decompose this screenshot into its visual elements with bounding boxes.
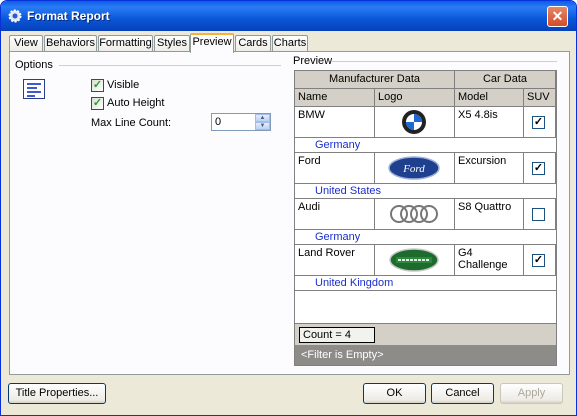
cell-model[interactable]: Excursion	[455, 153, 524, 184]
checkmark-icon: ✓	[533, 254, 544, 266]
band-header-manufacturer: Manufacturer Data	[295, 71, 455, 89]
spin-down-icon[interactable]: ▼	[255, 122, 270, 130]
suv-checkbox[interactable]: ✓	[532, 254, 545, 267]
country-row[interactable]: United States	[295, 184, 556, 199]
options-group-label: Options	[15, 59, 53, 71]
checkmark-icon: ✓	[92, 97, 103, 109]
cell-name[interactable]: Land Rover	[295, 245, 375, 276]
ok-button[interactable]: OK	[363, 383, 426, 404]
checkmark-icon: ✓	[92, 79, 103, 91]
country-row[interactable]: United Kingdom	[295, 276, 556, 291]
tab-charts[interactable]: Charts	[272, 35, 308, 52]
cell-name[interactable]: Ford	[295, 153, 375, 184]
filter-panel[interactable]: <Filter is Empty>	[295, 345, 556, 365]
max-line-count-spinner[interactable]: 0 ▲ ▼	[211, 113, 271, 131]
apply-button[interactable]: Apply	[500, 383, 563, 404]
options-divider	[59, 65, 281, 66]
cell-name[interactable]: BMW	[295, 107, 375, 138]
summary-footer: Count = 4	[295, 323, 556, 345]
checkmark-icon: ✓	[533, 116, 544, 128]
bmw-logo-icon	[402, 110, 426, 134]
audi-logo-icon	[390, 205, 438, 223]
suv-checkbox[interactable]	[532, 208, 545, 221]
checkmark-icon: ✓	[533, 162, 544, 174]
report-options-icon	[23, 79, 45, 99]
cell-logo[interactable]: Ford	[375, 153, 455, 184]
tab-cards[interactable]: Cards	[235, 35, 271, 52]
column-header-model[interactable]: Model	[455, 89, 524, 107]
format-report-window: Format Report ✕ View Behaviors Formattin…	[0, 0, 577, 416]
tab-view[interactable]: View	[9, 35, 43, 52]
spin-up-icon[interactable]: ▲	[255, 114, 270, 122]
ford-logo-icon: Ford	[388, 156, 440, 180]
cell-name[interactable]: Audi	[295, 199, 375, 230]
suv-checkbox[interactable]: ✓	[532, 116, 545, 129]
cell-suv[interactable]: ✓	[524, 107, 556, 138]
cell-logo[interactable]	[375, 107, 455, 138]
land-rover-logo-icon	[389, 248, 439, 272]
cell-logo[interactable]	[375, 245, 455, 276]
window-title: Format Report	[27, 9, 110, 23]
cell-suv[interactable]	[524, 199, 556, 230]
settings-gear-icon	[8, 9, 22, 23]
column-header-name[interactable]: Name	[295, 89, 375, 107]
count-summary: Count = 4	[299, 327, 375, 343]
cell-model[interactable]: G4 Challenge	[455, 245, 524, 276]
column-header-logo[interactable]: Logo	[375, 89, 455, 107]
cancel-button[interactable]: Cancel	[431, 383, 494, 404]
band-header-car: Car Data	[455, 71, 556, 89]
tab-formatting[interactable]: Formatting	[98, 35, 153, 52]
column-header-suv[interactable]: SUV	[524, 89, 556, 107]
tab-styles[interactable]: Styles	[154, 35, 190, 52]
max-line-count-label: Max Line Count:	[91, 117, 172, 129]
cell-suv[interactable]: ✓	[524, 153, 556, 184]
svg-text:Ford: Ford	[402, 163, 425, 175]
tab-behaviors[interactable]: Behaviors	[44, 35, 97, 52]
title-properties-button[interactable]: Title Properties...	[8, 383, 106, 404]
max-line-count-value[interactable]: 0	[215, 116, 221, 128]
preview-group-label: Preview	[293, 55, 333, 67]
cell-model[interactable]: X5 4.8is	[455, 107, 524, 138]
tab-preview[interactable]: Preview	[190, 33, 234, 53]
country-row[interactable]: Germany	[295, 138, 556, 153]
cell-model[interactable]: S8 Quattro	[455, 199, 524, 230]
country-row[interactable]: Germany	[295, 230, 556, 245]
preview-grid[interactable]: Manufacturer Data Car Data Name Logo Mod…	[294, 70, 557, 366]
cell-suv[interactable]: ✓	[524, 245, 556, 276]
close-icon: ✕	[551, 8, 564, 24]
title-bar[interactable]: Format Report ✕	[1, 1, 576, 31]
preview-divider	[331, 61, 557, 62]
visible-label: Visible	[107, 79, 140, 91]
auto-height-label: Auto Height	[107, 97, 165, 109]
cell-logo[interactable]	[375, 199, 455, 230]
visible-checkbox[interactable]: ✓	[91, 79, 104, 92]
suv-checkbox[interactable]: ✓	[532, 162, 545, 175]
close-button[interactable]: ✕	[547, 6, 568, 27]
auto-height-checkbox[interactable]: ✓	[91, 97, 104, 110]
